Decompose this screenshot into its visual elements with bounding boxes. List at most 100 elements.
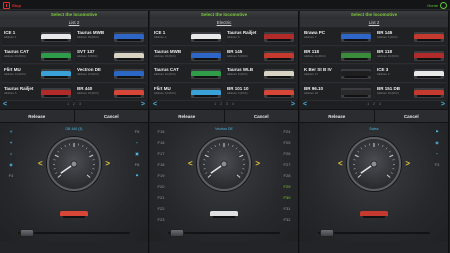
speed-slider[interactable] [18, 229, 130, 237]
direction-right-button[interactable]: > [405, 159, 410, 168]
function-button[interactable]: F5 [129, 127, 145, 136]
locomotive-item[interactable]: Taurus WLB Address: 8 (DCC) [225, 65, 296, 83]
locomotive-item[interactable]: Flirt MU Address: 14 (DCC) [152, 83, 223, 101]
page-number[interactable]: 1 [214, 102, 216, 106]
page-number[interactable]: 1 [367, 102, 369, 106]
page-prev-button[interactable]: < [303, 101, 307, 108]
function-button[interactable]: ⚑ [129, 171, 145, 180]
function-button[interactable]: F21 [153, 193, 169, 202]
locomotive-item[interactable]: Taurus CAT Address: 10 (DCC) [152, 65, 223, 83]
function-button[interactable]: F29 [279, 182, 295, 191]
locomotive-item[interactable]: ICE 3 Address: 2 [375, 65, 446, 83]
function-button[interactable]: F30 [279, 193, 295, 202]
locomotive-item[interactable]: BR 101 10 Address: 3 (DCC) [225, 83, 296, 101]
locomotive-item[interactable]: BR 145 Address: 6 (DCC) [375, 28, 446, 46]
page-number[interactable]: 1 [67, 102, 69, 106]
list-title-button[interactable]: Electric [150, 19, 298, 27]
function-button[interactable]: F27 [279, 160, 295, 169]
speed-dial[interactable] [47, 137, 101, 191]
page-number[interactable]: 3 [226, 102, 228, 106]
speed-slider[interactable] [168, 229, 280, 237]
locomotive-item[interactable]: Vectron DE Address: 12 (DCC) [75, 65, 146, 83]
page-number[interactable]: 2 [373, 102, 375, 106]
cancel-button[interactable]: Cancel [225, 110, 299, 122]
release-button[interactable]: Release [300, 110, 375, 122]
direction-right-button[interactable]: > [255, 159, 260, 168]
slider-knob[interactable] [170, 229, 185, 237]
locomotive-item[interactable]: SVT 137 Address: 9 (DCC) [75, 46, 146, 64]
locomotive-item[interactable]: BR 440 Address: 15 (DCC) [75, 83, 146, 101]
speed-slider[interactable] [318, 229, 430, 237]
list-title-button[interactable]: List 2 [300, 19, 448, 27]
speed-dial[interactable] [197, 137, 251, 191]
locomotive-item[interactable]: K Ber St B IV Address: 17 [302, 65, 373, 83]
function-button[interactable]: F28 [279, 171, 295, 180]
locomotive-item[interactable]: Flirt MU Address: 14 (DCC) [2, 65, 73, 83]
page-number[interactable]: 3 [379, 102, 381, 106]
function-button[interactable]: F18 [153, 160, 169, 169]
page-number[interactable]: 2 [220, 102, 222, 106]
slider-knob[interactable] [20, 229, 35, 237]
locomotive-item[interactable]: BR 151 DB Address: 19 (DCC) [375, 83, 446, 101]
release-button[interactable]: Release [0, 110, 75, 122]
dial-tick [232, 145, 234, 148]
locomotive-image [191, 50, 221, 61]
locomotive-item[interactable]: Brawa PC Address: 7 [302, 28, 373, 46]
page-next-button[interactable]: > [141, 101, 145, 108]
function-button[interactable]: ▣ [129, 149, 145, 158]
function-button[interactable]: F4 [3, 171, 19, 180]
function-button[interactable]: F8 [129, 160, 145, 169]
locomotive-item[interactable]: Taurus MWB Address: 33 (DCC) [75, 28, 146, 46]
function-button[interactable]: F25 [279, 138, 295, 147]
function-button[interactable]: F20 [153, 182, 169, 191]
function-button[interactable]: F26 [279, 149, 295, 158]
page-number[interactable]: 4 [232, 102, 234, 106]
page-prev-button[interactable]: < [153, 101, 157, 108]
page-next-button[interactable]: > [441, 101, 445, 108]
locomotive-item[interactable]: BR 118 Address: 16 (DCC) [375, 46, 446, 64]
home-button[interactable]: Home [427, 1, 447, 9]
release-button[interactable]: Release [150, 110, 225, 122]
locomotive-item[interactable]: Taurus MWB Address: 33 (DCC) [152, 46, 223, 64]
function-button[interactable]: ⌁ [429, 149, 445, 158]
direction-left-button[interactable]: < [38, 159, 43, 168]
function-button[interactable]: F23 [153, 215, 169, 224]
function-button[interactable]: F3 [429, 160, 445, 169]
locomotive-item[interactable]: Taurus Railjet Address: 5 [2, 83, 73, 101]
function-button[interactable]: F16 [153, 138, 169, 147]
function-button[interactable]: F22 [153, 204, 169, 213]
direction-right-button[interactable]: > [105, 159, 110, 168]
slider-knob[interactable] [320, 229, 335, 237]
function-button[interactable]: ◉ [3, 160, 19, 169]
locomotive-item[interactable]: Taurus Railjet Address: 5 [225, 28, 296, 46]
list-title-button[interactable]: List 2 [0, 19, 148, 27]
function-button[interactable]: ♫ [3, 149, 19, 158]
function-button[interactable]: F19 [153, 171, 169, 180]
locomotive-item[interactable]: ICE 1 Address: 1 [2, 28, 73, 46]
page-prev-button[interactable]: < [3, 101, 7, 108]
function-button[interactable]: F15 [153, 127, 169, 136]
page-number[interactable]: 3 [79, 102, 81, 106]
function-button[interactable]: F32 [279, 215, 295, 224]
page-number[interactable]: 2 [73, 102, 75, 106]
locomotive-item[interactable]: BR 96.10 Address: 18 [302, 83, 373, 101]
locomotive-item[interactable]: Taurus CAT Address: 10 (DCC) [2, 46, 73, 64]
cancel-button[interactable]: Cancel [375, 110, 449, 122]
function-button[interactable]: ✦ [3, 138, 19, 147]
function-button[interactable]: F17 [153, 149, 169, 158]
locomotive-item[interactable]: BR 118 Address: 11 (DCC) [302, 46, 373, 64]
speed-dial[interactable] [347, 137, 401, 191]
function-button[interactable]: ☀ [3, 127, 19, 136]
function-button[interactable]: ⚑ [429, 127, 445, 136]
locomotive-item[interactable]: BR 145 Address: 6 (DCC) [225, 46, 296, 64]
direction-left-button[interactable]: < [188, 159, 193, 168]
function-button[interactable]: ◉ [429, 138, 445, 147]
page-next-button[interactable]: > [291, 101, 295, 108]
function-button[interactable]: F24 [279, 127, 295, 136]
direction-left-button[interactable]: < [338, 159, 343, 168]
function-button[interactable]: ⌁ [129, 138, 145, 147]
function-button[interactable]: F31 [279, 204, 295, 213]
cancel-button[interactable]: Cancel [75, 110, 149, 122]
locomotive-item[interactable]: ICE 1 Address: 1 [152, 28, 223, 46]
stop-button[interactable]: Stop [3, 1, 25, 9]
